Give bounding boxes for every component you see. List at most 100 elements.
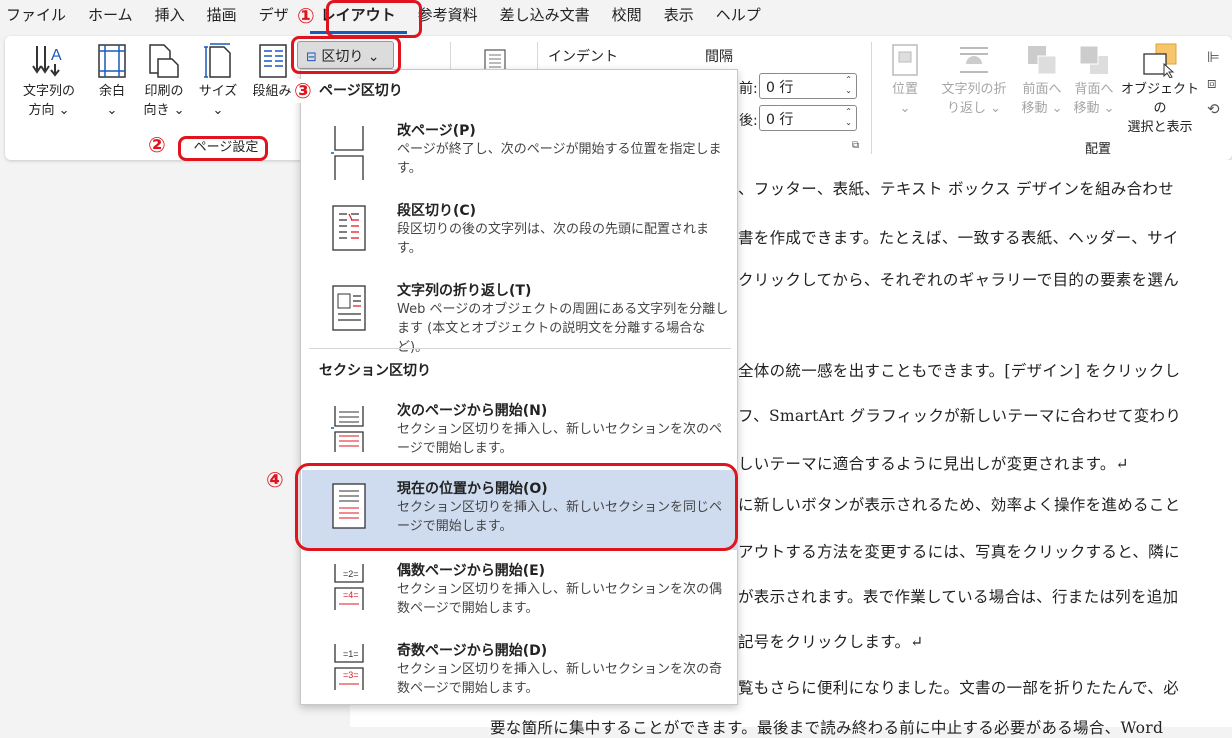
- text-wrapping-break-item[interactable]: 文字列の折り返し(T) Web ページのオブジェクトの周囲にある文字列を分離しま…: [302, 276, 738, 355]
- even-page-section-break-item[interactable]: =2= =4= 偶数ページから開始(E) セクション区切りを挿入し、新しいセクシ…: [302, 556, 738, 634]
- next-page-section-break-icon: [331, 406, 364, 452]
- columns-button[interactable]: 段組み: [247, 42, 297, 101]
- selection-pane-icon: [1143, 43, 1177, 78]
- align-icon[interactable]: ⊫: [1207, 44, 1220, 70]
- dd-title: 文字列の折り返し(T): [397, 283, 532, 299]
- menubar: ファイル ホーム 挿入 描画 デザ レイアウト 参考資料 差し込み文書 校閲 表示 ヘルプ: [0, 0, 1232, 34]
- dd-title: 改ページ(P): [397, 123, 476, 139]
- rotate-icon[interactable]: ⟲: [1207, 96, 1220, 122]
- spin-arrows-icon[interactable]: ⌃ ⌄: [845, 106, 852, 128]
- menu-tab-7[interactable]: 差し込み文書: [489, 4, 601, 34]
- menu-tab-3[interactable]: 描画: [196, 4, 248, 34]
- column-break-icon: [332, 205, 366, 251]
- wrap-text-button[interactable]: 文字列の折 り返し ⌄: [933, 42, 1015, 118]
- page-break-icon: [331, 126, 364, 180]
- columns-icon: [259, 44, 287, 78]
- send-backward-label: 背面へ 移動 ⌄: [1073, 82, 1115, 116]
- document-line: が表示されます。表で作業している場合は、行または列を追加: [738, 588, 1179, 606]
- position-label: 位置 ⌄: [891, 82, 918, 116]
- dd-desc: セクション区切りを挿入し、新しいセクションを次の偶数ページで開始します。: [397, 582, 723, 616]
- spacing-label: 間隔: [705, 49, 733, 65]
- dd-desc: 段区切りの後の文字列は、次の段の先頭に配置されます。: [397, 222, 710, 256]
- orientation-label: 印刷の 向き ⌄: [143, 84, 185, 118]
- selection-pane-button[interactable]: オブジェクトの 選択と表示: [1118, 42, 1202, 137]
- menu-tab-10[interactable]: ヘルプ: [705, 4, 772, 34]
- size-icon: [204, 43, 231, 78]
- position-button[interactable]: 位置 ⌄: [885, 42, 925, 118]
- dd-desc: セクション区切りを挿入し、新しいセクションを次の奇数ページで開始します。: [397, 662, 723, 696]
- document-line: 記号をクリックします。↵: [738, 633, 924, 651]
- align-tools: ⊫ ⧈ ⟲: [1207, 44, 1220, 122]
- annotation-box-continuous: [295, 463, 738, 551]
- document-line: 全体の統一感を出すこともできます。[デザイン] をクリックし: [738, 362, 1181, 380]
- send-backward-icon: [1079, 45, 1108, 74]
- size-button[interactable]: サイズ ⌄: [195, 42, 241, 120]
- selection-pane-label: オブジェクトの 選択と表示: [1120, 82, 1199, 135]
- paragraph-launcher-icon[interactable]: ⧉: [852, 140, 859, 151]
- margins-label: 余白 ⌄: [98, 84, 125, 118]
- menu-tab-2[interactable]: 挿入: [144, 4, 196, 34]
- bring-forward-icon: [1028, 46, 1057, 75]
- svg-text:=2=: =2=: [343, 569, 359, 579]
- document-line: クリックしてから、それぞれのギャラリーで目的の要素を選ん: [738, 271, 1180, 289]
- annotation-number-3: ③: [294, 79, 312, 103]
- annotation-number-2: ②: [148, 133, 166, 157]
- group-icon[interactable]: ⧈: [1207, 70, 1220, 96]
- document-line: 覧もさらに便利になりました。文書の一部を折りたたんで、必: [738, 679, 1180, 697]
- dd-title: 段区切り(C): [397, 203, 477, 219]
- page-breaks-header: ページ区切り: [319, 83, 403, 99]
- page-break-item[interactable]: 改ページ(P) ページが終了し、次のページが開始する位置を指定します。: [302, 116, 738, 194]
- spacing-before-label: 前:: [739, 81, 758, 97]
- separator: [309, 348, 731, 349]
- spacing-after-input[interactable]: 0 行 ⌃ ⌄: [759, 105, 857, 131]
- orientation-icon: [149, 44, 179, 78]
- document-line: に新しいボタンが表示されるため、効率よく操作を進めること: [738, 496, 1181, 514]
- svg-text:A: A: [51, 47, 62, 64]
- column-break-item[interactable]: 段区切り(C) 段区切りの後の文字列は、次の段の先頭に配置されます。: [302, 196, 738, 274]
- svg-text:=1=: =1=: [343, 649, 359, 659]
- bring-forward-label: 前面へ 移動 ⌄: [1021, 82, 1063, 116]
- spacing-after-value: 0 行: [766, 112, 794, 128]
- document-line: しいテーマに適合するように見出しが変更されます。↵: [738, 455, 1129, 473]
- svg-text:=4=: =4=: [343, 590, 359, 600]
- margins-icon: [98, 44, 126, 78]
- dd-title: 偶数ページから開始(E): [397, 563, 546, 579]
- menu-tab-1[interactable]: ホーム: [77, 4, 144, 34]
- menu-tab-8[interactable]: 校閲: [601, 4, 653, 34]
- bring-forward-button[interactable]: 前面へ 移動 ⌄: [1017, 42, 1067, 118]
- annotation-box-layout-tab: [326, 0, 422, 38]
- menu-tab-9[interactable]: 表示: [653, 4, 705, 34]
- indent-label: インデント: [548, 49, 618, 65]
- annotation-box-breaks: [291, 36, 401, 74]
- document-line: 要な箇所に集中することができます。最後まで読み終わる前に中止する必要がある場合、…: [490, 719, 1164, 737]
- dd-desc: セクション区切りを挿入し、新しいセクションを次のページで開始します。: [397, 422, 723, 456]
- orientation-button[interactable]: 印刷の 向き ⌄: [139, 42, 189, 120]
- dd-title: 奇数ページから開始(D): [397, 643, 548, 659]
- text-direction-button[interactable]: A 文字列の 方向 ⌄: [15, 42, 83, 120]
- arrange-group-label: 配置: [1084, 142, 1111, 157]
- wrap-text-label: 文字列の折 り返し ⌄: [941, 82, 1007, 116]
- dd-desc: ページが終了し、次のページが開始する位置を指定します。: [397, 142, 722, 176]
- document-line: フ、SmartArt グラフィックが新しいテーマに合わせて変わり: [738, 407, 1182, 425]
- spacing-before-value: 0 行: [766, 80, 794, 96]
- position-icon: [892, 44, 918, 76]
- text-direction-label: 文字列の 方向 ⌄: [22, 84, 75, 118]
- spin-arrows-icon[interactable]: ⌃ ⌄: [845, 74, 852, 96]
- menu-tab-0[interactable]: ファイル: [0, 4, 77, 34]
- columns-label: 段組み: [252, 84, 292, 99]
- send-backward-button[interactable]: 背面へ 移動 ⌄: [1069, 42, 1119, 118]
- even-page-section-break-icon: =2= =4=: [334, 564, 364, 610]
- svg-text:=3=: =3=: [343, 670, 359, 680]
- spacing-before-input[interactable]: 0 行 ⌃ ⌄: [759, 73, 857, 99]
- annotation-box-page-setup: [178, 136, 268, 161]
- annotation-number-1: ①: [297, 4, 315, 28]
- menu-tab-4[interactable]: デザ: [248, 4, 300, 34]
- odd-page-section-break-icon: =1= =3=: [334, 644, 364, 690]
- document-line: アウトする方法を変更するには、写真をクリックすると、隣に: [738, 543, 1180, 561]
- wrap-text-icon: [960, 47, 988, 73]
- margins-button[interactable]: 余白 ⌄: [89, 42, 135, 120]
- annotation-number-4: ④: [266, 468, 284, 492]
- size-label: サイズ ⌄: [198, 84, 238, 118]
- odd-page-section-break-item[interactable]: =1= =3= 奇数ページから開始(D) セクション区切りを挿入し、新しいセクシ…: [302, 636, 738, 714]
- text-wrapping-break-icon: [332, 285, 366, 331]
